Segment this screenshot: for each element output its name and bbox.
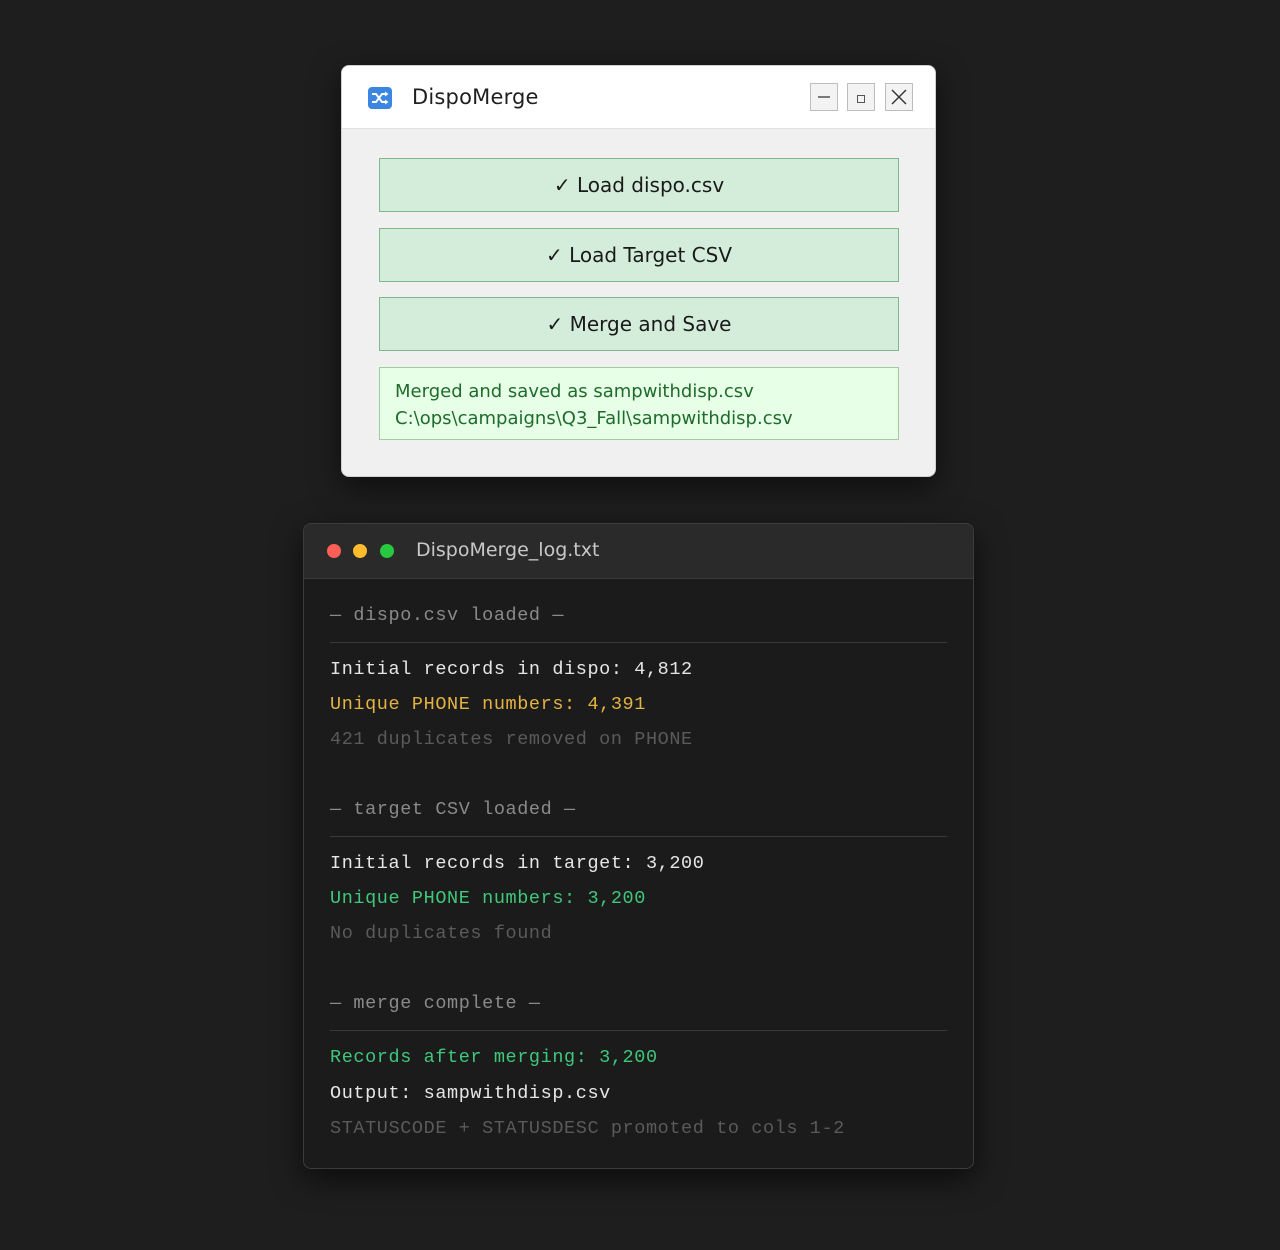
status-line-saved: Merged and saved as sampwithdisp.csv [395, 381, 754, 402]
log-title: DispoMerge_log.txt [416, 539, 600, 561]
log-line: STATUSCODE + STATUSDESC promoted to cols… [330, 1118, 845, 1139]
maximize-icon [857, 95, 865, 103]
log-line: Records after merging: 3,200 [330, 1047, 658, 1068]
log-section-header: — target CSV loaded — [330, 799, 576, 820]
log-line: No duplicates found [330, 923, 553, 944]
load-target-button[interactable]: ✓ Load Target CSV [379, 228, 899, 282]
minimize-icon [818, 96, 830, 98]
close-dot-icon[interactable] [327, 544, 341, 558]
log-line: Initial records in target: 3,200 [330, 853, 705, 874]
log-line: Unique PHONE numbers: 4,391 [330, 694, 646, 715]
log-line: Output: sampwithdisp.csv [330, 1083, 611, 1104]
status-line-path: C:\ops\campaigns\Q3_Fall\sampwithdisp.cs… [395, 408, 793, 429]
log-section-header: — dispo.csv loaded — [330, 605, 565, 626]
shuffle-icon [368, 87, 392, 109]
dispomerge-window: DispoMerge ✓ Load dispo.csv ✓ Load Targe… [341, 65, 936, 477]
log-line: 421 duplicates removed on PHONE [330, 729, 693, 750]
status-message: Merged and saved as sampwithdisp.csv C:\… [379, 367, 899, 440]
zoom-dot-icon[interactable] [380, 544, 394, 558]
close-icon [891, 89, 907, 105]
app-title: DispoMerge [412, 85, 539, 109]
log-divider [330, 836, 947, 837]
minimize-dot-icon[interactable] [353, 544, 367, 558]
log-line: Unique PHONE numbers: 3,200 [330, 888, 646, 909]
close-button[interactable] [885, 83, 913, 111]
merge-save-button[interactable]: ✓ Merge and Save [379, 297, 899, 351]
log-divider [330, 642, 947, 643]
log-line: Initial records in dispo: 4,812 [330, 659, 693, 680]
maximize-button[interactable] [847, 83, 875, 111]
log-section-header: — merge complete — [330, 993, 541, 1014]
load-dispo-button[interactable]: ✓ Load dispo.csv [379, 158, 899, 212]
log-titlebar[interactable]: DispoMerge_log.txt [304, 524, 973, 579]
log-divider [330, 1030, 947, 1031]
log-window: DispoMerge_log.txt — dispo.csv loaded — … [303, 523, 974, 1169]
minimize-button[interactable] [810, 83, 838, 111]
app-titlebar[interactable]: DispoMerge [342, 66, 935, 129]
